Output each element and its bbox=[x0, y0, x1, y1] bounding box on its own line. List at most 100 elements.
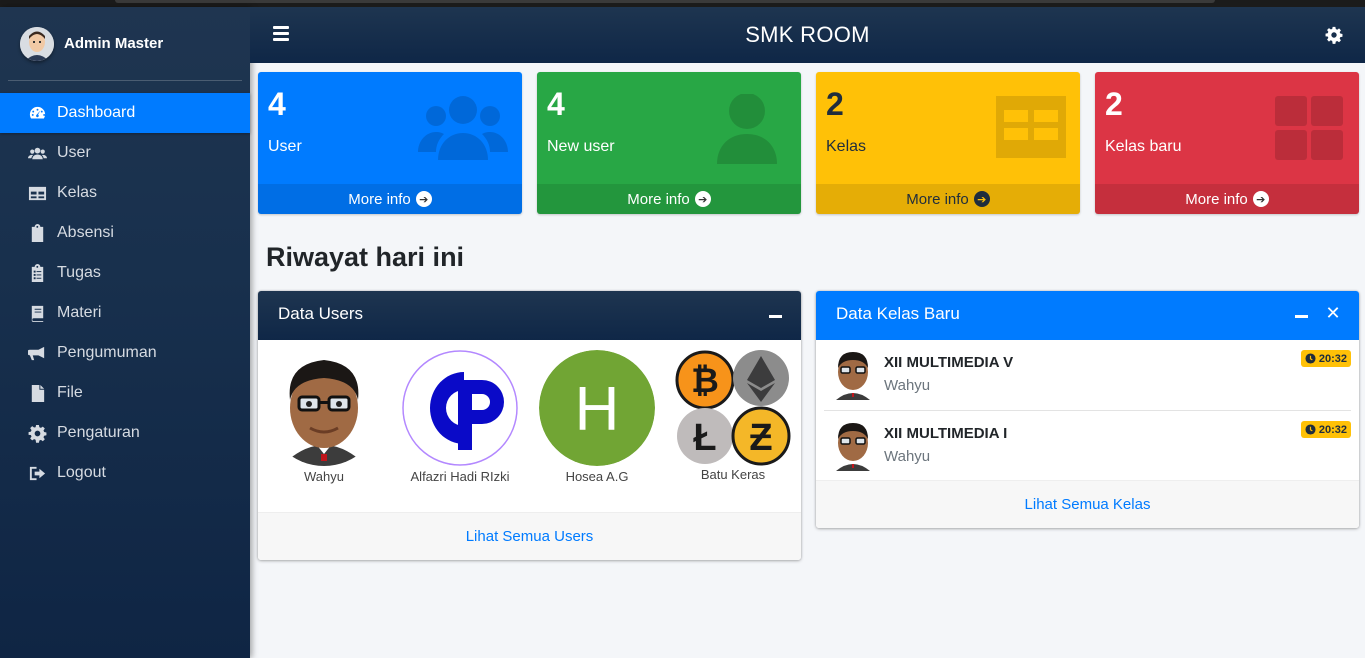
arrow-circle-right-icon: ➔ bbox=[1252, 191, 1269, 207]
dashboard-icon bbox=[27, 103, 47, 123]
sidebar-item-pengaturan[interactable]: Pengaturan bbox=[0, 413, 250, 453]
stat-value: 2 bbox=[1105, 86, 1123, 122]
more-info-link[interactable]: More info ➔ bbox=[537, 184, 801, 214]
letter-h-avatar: H bbox=[539, 350, 655, 466]
grid-icon bbox=[1255, 94, 1345, 164]
logout-icon bbox=[27, 463, 47, 483]
cartoon-man-avatar bbox=[832, 348, 874, 400]
svg-text:H: H bbox=[575, 375, 620, 444]
sidebar-item-file[interactable]: File bbox=[0, 373, 250, 413]
sidebar-item-label: Materi bbox=[57, 304, 102, 321]
card-header: Data Users bbox=[258, 291, 801, 340]
sidebar-item-kelas[interactable]: Kelas bbox=[0, 173, 250, 213]
sidebar-item-materi[interactable]: Materi bbox=[0, 293, 250, 333]
clipboard-list-icon bbox=[27, 263, 47, 283]
data-kelas-baru-card: Data Kelas Baru ✕ XII MULTIMEDIA V Wahyu… bbox=[816, 291, 1359, 528]
clock-icon bbox=[1305, 353, 1316, 364]
app-title: SMK ROOM bbox=[745, 22, 870, 47]
collapse-minus-icon[interactable] bbox=[767, 305, 783, 325]
kelas-teacher: Wahyu bbox=[884, 377, 931, 394]
more-info-link[interactable]: More info ➔ bbox=[258, 184, 522, 214]
user-item[interactable]: ₿ Ł Ƶ Batu Keras bbox=[675, 350, 791, 482]
settings-gear-icon[interactable] bbox=[1325, 26, 1343, 44]
user-icon bbox=[697, 93, 787, 164]
sidebar: Admin Master Dashboard User Kelas Absens… bbox=[0, 7, 250, 658]
sidebar-item-label: Pengumuman bbox=[57, 344, 157, 361]
data-users-card: Data Users Wahyu Alfazri Hadi RIzki H Ho… bbox=[258, 291, 801, 560]
arrow-circle-right-icon: ➔ bbox=[694, 191, 711, 207]
stat-label: Kelas bbox=[826, 138, 867, 155]
admin-name: Admin Master bbox=[64, 35, 164, 52]
time-badge: 20:32 bbox=[1300, 350, 1351, 367]
sidebar-item-tugas[interactable]: Tugas bbox=[0, 253, 250, 293]
close-icon[interactable]: ✕ bbox=[1325, 303, 1341, 323]
cartoon-man-avatar bbox=[266, 350, 382, 466]
section-title: Riwayat hari ini bbox=[266, 242, 465, 272]
arrow-circle-right-icon: ➔ bbox=[973, 191, 990, 207]
sidebar-item-pengumuman[interactable]: Pengumuman bbox=[0, 333, 250, 373]
clock-icon bbox=[1305, 424, 1316, 435]
bullhorn-icon bbox=[27, 343, 47, 363]
sidebar-item-dashboard[interactable]: Dashboard bbox=[0, 93, 250, 133]
clipboard-check-icon bbox=[27, 223, 47, 243]
stat-box-user: 4 User More info ➔ bbox=[258, 72, 522, 214]
user-item[interactable]: H Hosea A.G bbox=[539, 350, 655, 484]
kelas-item[interactable]: XII MULTIMEDIA I Wahyu 20:32 bbox=[824, 411, 1351, 482]
user-name: Batu Keras bbox=[700, 467, 766, 482]
user-name: Wahyu bbox=[304, 469, 344, 484]
table-icon bbox=[27, 183, 47, 203]
sidebar-item-label: Logout bbox=[57, 464, 106, 481]
stat-label: User bbox=[268, 138, 302, 155]
view-all-users-link[interactable]: Lihat Semua Users bbox=[466, 528, 594, 545]
card-title: Data Users bbox=[278, 304, 364, 323]
stat-box-new-user: 4 New user More info ➔ bbox=[537, 72, 801, 214]
sidebar-item-label: Absensi bbox=[57, 224, 114, 241]
admin-avatar bbox=[20, 26, 54, 61]
user-name: Alfazri Hadi RIzki bbox=[410, 469, 510, 484]
users-list: Wahyu Alfazri Hadi RIzki H Hosea A.G ₿ Ł… bbox=[258, 340, 801, 512]
card-footer: Lihat Semua Users bbox=[258, 512, 801, 560]
svg-text:Ł: Ł bbox=[693, 417, 716, 459]
stat-label: New user bbox=[547, 138, 615, 155]
crypto-coins-avatar: ₿ Ł Ƶ bbox=[675, 350, 791, 466]
card-footer: Lihat Semua Kelas bbox=[816, 480, 1359, 528]
sidebar-item-label: Pengaturan bbox=[57, 424, 140, 441]
stat-value: 4 bbox=[547, 86, 565, 122]
table-icon bbox=[976, 94, 1066, 164]
user-item[interactable]: Alfazri Hadi RIzki bbox=[402, 350, 518, 484]
user-item[interactable]: Wahyu bbox=[266, 350, 382, 484]
gear-icon bbox=[27, 423, 47, 443]
sidebar-item-user[interactable]: User bbox=[0, 133, 250, 173]
sidebar-item-label: File bbox=[57, 384, 83, 401]
time-badge: 20:32 bbox=[1300, 421, 1351, 438]
svg-text:Ƶ: Ƶ bbox=[749, 417, 772, 459]
collapse-minus-icon[interactable] bbox=[1293, 305, 1309, 325]
book-icon bbox=[27, 303, 47, 323]
browser-top-strip bbox=[0, 0, 1365, 7]
user-panel[interactable]: Admin Master bbox=[8, 7, 242, 81]
more-info-link[interactable]: More info ➔ bbox=[816, 184, 1080, 214]
sidebar-item-absensi[interactable]: Absensi bbox=[0, 213, 250, 253]
stat-box-kelas: 2 Kelas More info ➔ bbox=[816, 72, 1080, 214]
more-info-link[interactable]: More info ➔ bbox=[1095, 184, 1359, 214]
sidebar-item-label: Kelas bbox=[57, 184, 98, 201]
users-icon bbox=[27, 143, 47, 163]
arrow-circle-right-icon: ➔ bbox=[415, 191, 432, 207]
kelas-item[interactable]: XII MULTIMEDIA V Wahyu 20:32 bbox=[824, 340, 1351, 411]
sidebar-item-label: Tugas bbox=[57, 264, 101, 281]
svg-text:₿: ₿ bbox=[691, 362, 719, 400]
card-title: Data Kelas Baru bbox=[836, 304, 960, 323]
sidebar-nav: Dashboard User Kelas Absensi Tugas Mater… bbox=[0, 93, 250, 493]
stat-value: 2 bbox=[826, 86, 844, 122]
sidebar-item-logout[interactable]: Logout bbox=[0, 453, 250, 493]
file-icon bbox=[27, 383, 47, 403]
users-icon bbox=[418, 94, 508, 164]
sidebar-item-label: Dashboard bbox=[57, 104, 136, 121]
cartoon-man-avatar bbox=[832, 419, 874, 471]
stat-label: Kelas baru bbox=[1105, 138, 1182, 155]
view-all-kelas-link[interactable]: Lihat Semua Kelas bbox=[1025, 496, 1151, 513]
top-navbar: SMK ROOM bbox=[250, 7, 1365, 63]
card-header: Data Kelas Baru ✕ bbox=[816, 291, 1359, 340]
user-name: Hosea A.G bbox=[565, 469, 629, 484]
stat-box-kelas-baru: 2 Kelas baru More info ➔ bbox=[1095, 72, 1359, 214]
